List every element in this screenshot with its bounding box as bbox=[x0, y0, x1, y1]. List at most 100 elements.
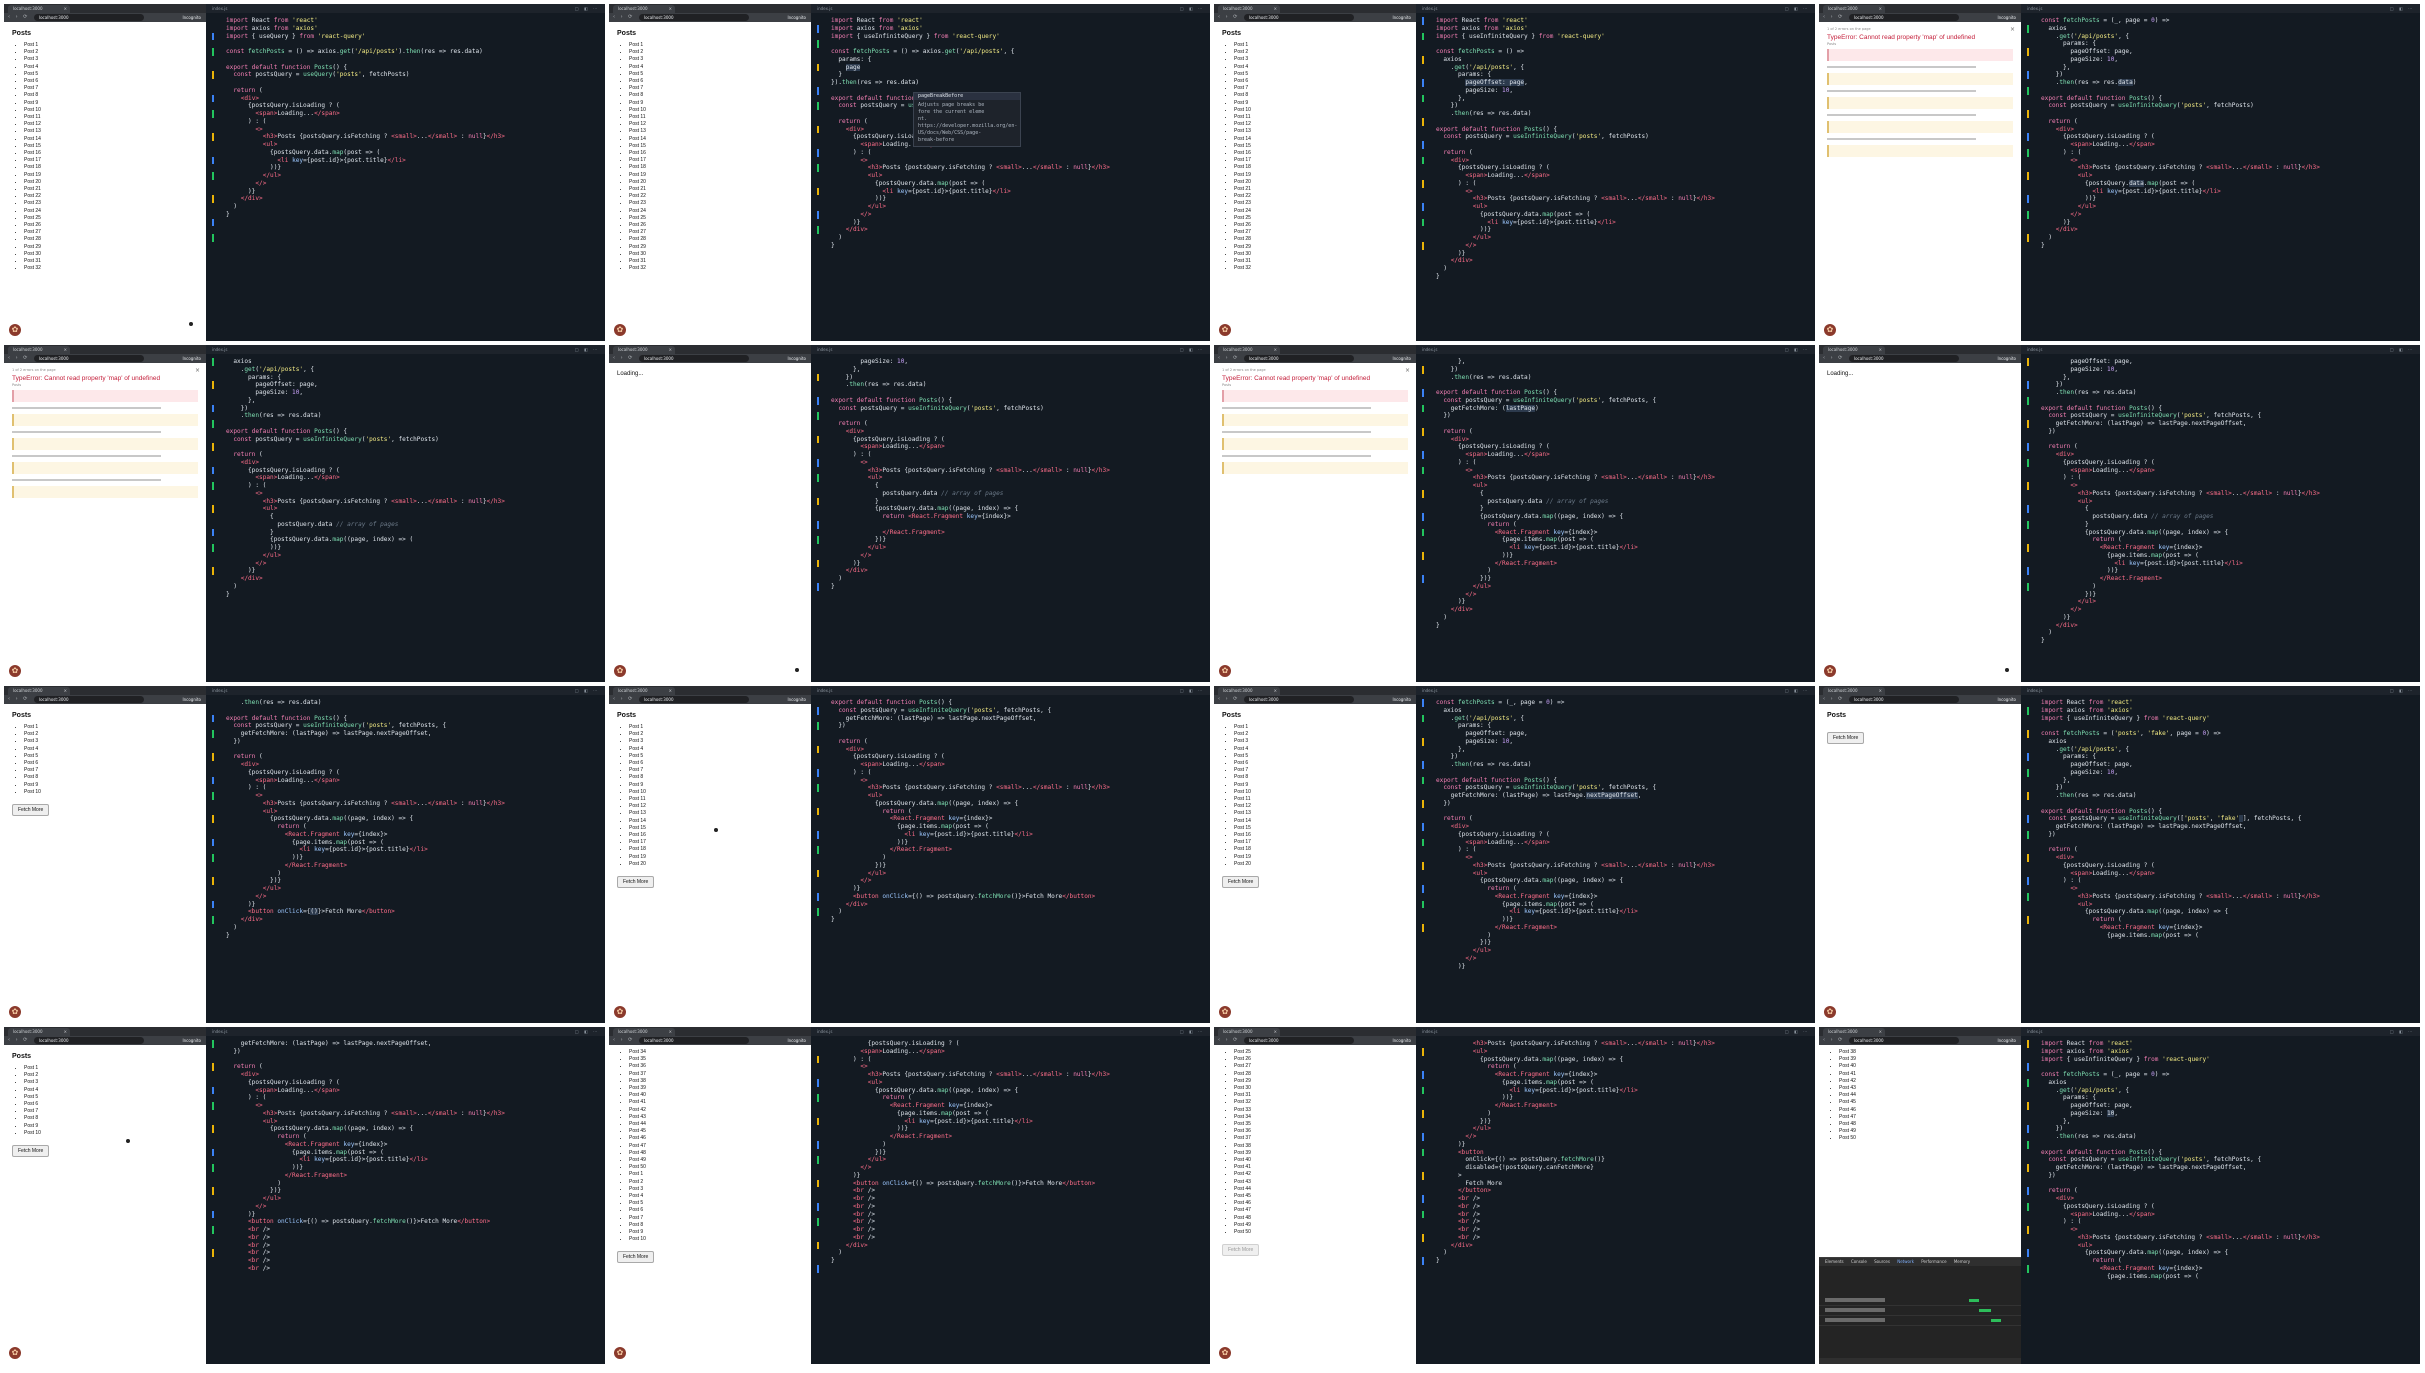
network-row[interactable] bbox=[1819, 1316, 2021, 1326]
nav-arrows-icon[interactable]: ‹ › ⟳ bbox=[8, 355, 29, 362]
window-controls-icon[interactable]: □ ◧ ⋯ bbox=[575, 345, 599, 354]
devtools-tab[interactable]: Console bbox=[1851, 1259, 1867, 1264]
editor-tab[interactable]: index.js bbox=[1422, 347, 1437, 352]
nav-arrows-icon[interactable]: ‹ › ⟳ bbox=[1823, 14, 1844, 21]
editor-tab[interactable]: index.js bbox=[817, 6, 832, 11]
browser-tab[interactable]: localhost:3000 × bbox=[1218, 346, 1280, 354]
nav-arrows-icon[interactable]: ‹ › ⟳ bbox=[8, 1037, 29, 1044]
editor-tab[interactable]: index.js bbox=[2027, 6, 2042, 11]
code-editor[interactable]: index.js □ ◧ ⋯ const fetchPosts = (_, pag… bbox=[2021, 4, 2420, 341]
editor-tab[interactable]: index.js bbox=[2027, 1029, 2042, 1034]
address-bar[interactable]: localhost:3000 bbox=[1244, 696, 1354, 703]
stack-frame[interactable] bbox=[1827, 145, 2013, 157]
code-editor[interactable]: index.js □ ◧ ⋯ import React from 'react' … bbox=[2021, 686, 2420, 1023]
stack-frame[interactable] bbox=[12, 486, 198, 498]
code-editor[interactable]: index.js □ ◧ ⋯ {postsQuery.isLoading ? ( … bbox=[811, 1027, 1210, 1364]
editor-tab[interactable]: index.js bbox=[212, 688, 227, 693]
code-text[interactable]: }, }) .then(res => res.data) export defa… bbox=[1436, 358, 1811, 629]
code-text[interactable]: import React from 'react' import axios f… bbox=[2041, 1040, 2416, 1280]
close-icon[interactable]: × bbox=[1879, 1028, 1882, 1036]
browser-tab[interactable]: localhost:3000 × bbox=[1823, 346, 1885, 354]
network-row[interactable] bbox=[1819, 1306, 2021, 1316]
address-bar[interactable]: localhost:3000 bbox=[1244, 14, 1354, 21]
nav-arrows-icon[interactable]: ‹ › ⟳ bbox=[613, 1037, 634, 1044]
stack-frame[interactable] bbox=[1222, 462, 1408, 474]
nav-arrows-icon[interactable]: ‹ › ⟳ bbox=[1218, 14, 1239, 21]
window-controls-icon[interactable]: □ ◧ ⋯ bbox=[1180, 345, 1204, 354]
code-editor[interactable]: index.js □ ◧ ⋯ axios .get('/api/posts', {… bbox=[206, 345, 605, 682]
stack-frame[interactable] bbox=[1222, 414, 1408, 426]
window-controls-icon[interactable]: □ ◧ ⋯ bbox=[1785, 686, 1809, 695]
window-controls-icon[interactable]: □ ◧ ⋯ bbox=[1785, 4, 1809, 13]
tooltip-link[interactable]: https://developer.mozilla.org/en- bbox=[918, 123, 1017, 130]
nav-arrows-icon[interactable]: ‹ › ⟳ bbox=[8, 14, 29, 21]
code-editor[interactable]: index.js □ ◧ ⋯ const fetchPosts = (_, pag… bbox=[1416, 686, 1815, 1023]
window-controls-icon[interactable]: □ ◧ ⋯ bbox=[1180, 1027, 1204, 1036]
devtools-tab[interactable]: Elements bbox=[1825, 1259, 1844, 1264]
address-bar[interactable]: localhost:3000 bbox=[1244, 355, 1354, 362]
fetch-more-button[interactable]: Fetch More bbox=[12, 1145, 50, 1158]
code-editor[interactable]: index.js □ ◧ ⋯ import React from 'react' … bbox=[2021, 1027, 2420, 1364]
browser-tab[interactable]: localhost:3000 × bbox=[1218, 687, 1280, 695]
browser-tab[interactable]: localhost:3000 × bbox=[613, 5, 675, 13]
window-controls-icon[interactable]: □ ◧ ⋯ bbox=[575, 4, 599, 13]
code-editor[interactable]: index.js □ ◧ ⋯ <h3>Posts {postsQuery.isFe… bbox=[1416, 1027, 1815, 1364]
code-text[interactable]: .then(res => res.data) export default fu… bbox=[226, 699, 601, 939]
window-controls-icon[interactable]: □ ◧ ⋯ bbox=[1785, 345, 1809, 354]
editor-tab[interactable]: index.js bbox=[1422, 1029, 1437, 1034]
autocomplete-suggestion[interactable]: pageBreakBefore bbox=[914, 93, 1020, 100]
browser-tab[interactable]: localhost:3000 × bbox=[613, 346, 675, 354]
devtools-tabs[interactable]: Elements Console Sources Network Perform… bbox=[1819, 1258, 2021, 1266]
window-controls-icon[interactable]: □ ◧ ⋯ bbox=[2390, 4, 2414, 13]
browser-tab[interactable]: localhost:3000 × bbox=[1823, 1028, 1885, 1036]
close-icon[interactable]: × bbox=[64, 346, 67, 354]
editor-tab[interactable]: index.js bbox=[1422, 6, 1437, 11]
editor-tab[interactable]: index.js bbox=[817, 347, 832, 352]
browser-tab[interactable]: localhost:3000 × bbox=[8, 5, 70, 13]
devtools-tab[interactable]: Performance bbox=[1921, 1259, 1946, 1264]
window-controls-icon[interactable]: □ ◧ ⋯ bbox=[2390, 686, 2414, 695]
code-text[interactable]: <h3>Posts {postsQuery.isFetching ? <smal… bbox=[1436, 1040, 1811, 1265]
stack-frame[interactable] bbox=[1222, 438, 1408, 450]
code-editor[interactable]: index.js □ ◧ ⋯ import React from 'react' … bbox=[811, 4, 1210, 341]
address-bar[interactable]: localhost:3000 bbox=[34, 696, 144, 703]
window-controls-icon[interactable]: □ ◧ ⋯ bbox=[2390, 1027, 2414, 1036]
fetch-more-button[interactable]: Fetch More bbox=[1222, 1244, 1260, 1257]
address-bar[interactable]: localhost:3000 bbox=[1849, 1037, 1959, 1044]
address-bar[interactable]: localhost:3000 bbox=[1849, 355, 1959, 362]
close-icon[interactable]: × bbox=[1274, 346, 1277, 354]
stack-frame[interactable] bbox=[1827, 73, 2013, 85]
fetch-more-button[interactable]: Fetch More bbox=[617, 1251, 655, 1264]
close-icon[interactable]: × bbox=[64, 1028, 67, 1036]
window-controls-icon[interactable]: □ ◧ ⋯ bbox=[575, 686, 599, 695]
nav-arrows-icon[interactable]: ‹ › ⟳ bbox=[8, 696, 29, 703]
browser-tab[interactable]: localhost:3000 × bbox=[613, 687, 675, 695]
close-icon[interactable]: × bbox=[1879, 346, 1882, 354]
close-icon[interactable]: × bbox=[1405, 367, 1410, 374]
editor-tab[interactable]: index.js bbox=[212, 347, 227, 352]
close-icon[interactable]: × bbox=[64, 5, 67, 13]
stack-frame[interactable] bbox=[12, 414, 198, 426]
code-text[interactable]: getFetchMore: (lastPage) => lastPage.nex… bbox=[226, 1040, 601, 1273]
nav-arrows-icon[interactable]: ‹ › ⟳ bbox=[1218, 355, 1239, 362]
editor-tab[interactable]: index.js bbox=[817, 688, 832, 693]
close-icon[interactable]: × bbox=[2010, 26, 2015, 33]
close-icon[interactable]: × bbox=[1879, 687, 1882, 695]
address-bar[interactable]: localhost:3000 bbox=[34, 1037, 144, 1044]
address-bar[interactable]: localhost:3000 bbox=[1849, 696, 1959, 703]
nav-arrows-icon[interactable]: ‹ › ⟳ bbox=[1823, 696, 1844, 703]
address-bar[interactable]: localhost:3000 bbox=[1244, 1037, 1354, 1044]
address-bar[interactable]: localhost:3000 bbox=[639, 696, 749, 703]
browser-tab[interactable]: localhost:3000 × bbox=[1823, 687, 1885, 695]
address-bar[interactable]: localhost:3000 bbox=[34, 355, 144, 362]
code-editor[interactable]: index.js □ ◧ ⋯ pageSize: 10, }, }) .then(… bbox=[811, 345, 1210, 682]
window-controls-icon[interactable]: □ ◧ ⋯ bbox=[1785, 1027, 1809, 1036]
fetch-more-button[interactable]: Fetch More bbox=[1222, 876, 1260, 889]
stack-frame[interactable] bbox=[12, 462, 198, 474]
close-icon[interactable]: × bbox=[669, 5, 672, 13]
window-controls-icon[interactable]: □ ◧ ⋯ bbox=[2390, 345, 2414, 354]
browser-tab[interactable]: localhost:3000 × bbox=[1823, 5, 1885, 13]
window-controls-icon[interactable]: □ ◧ ⋯ bbox=[1180, 686, 1204, 695]
fetch-more-button[interactable]: Fetch More bbox=[617, 876, 655, 889]
close-icon[interactable]: × bbox=[1274, 5, 1277, 13]
